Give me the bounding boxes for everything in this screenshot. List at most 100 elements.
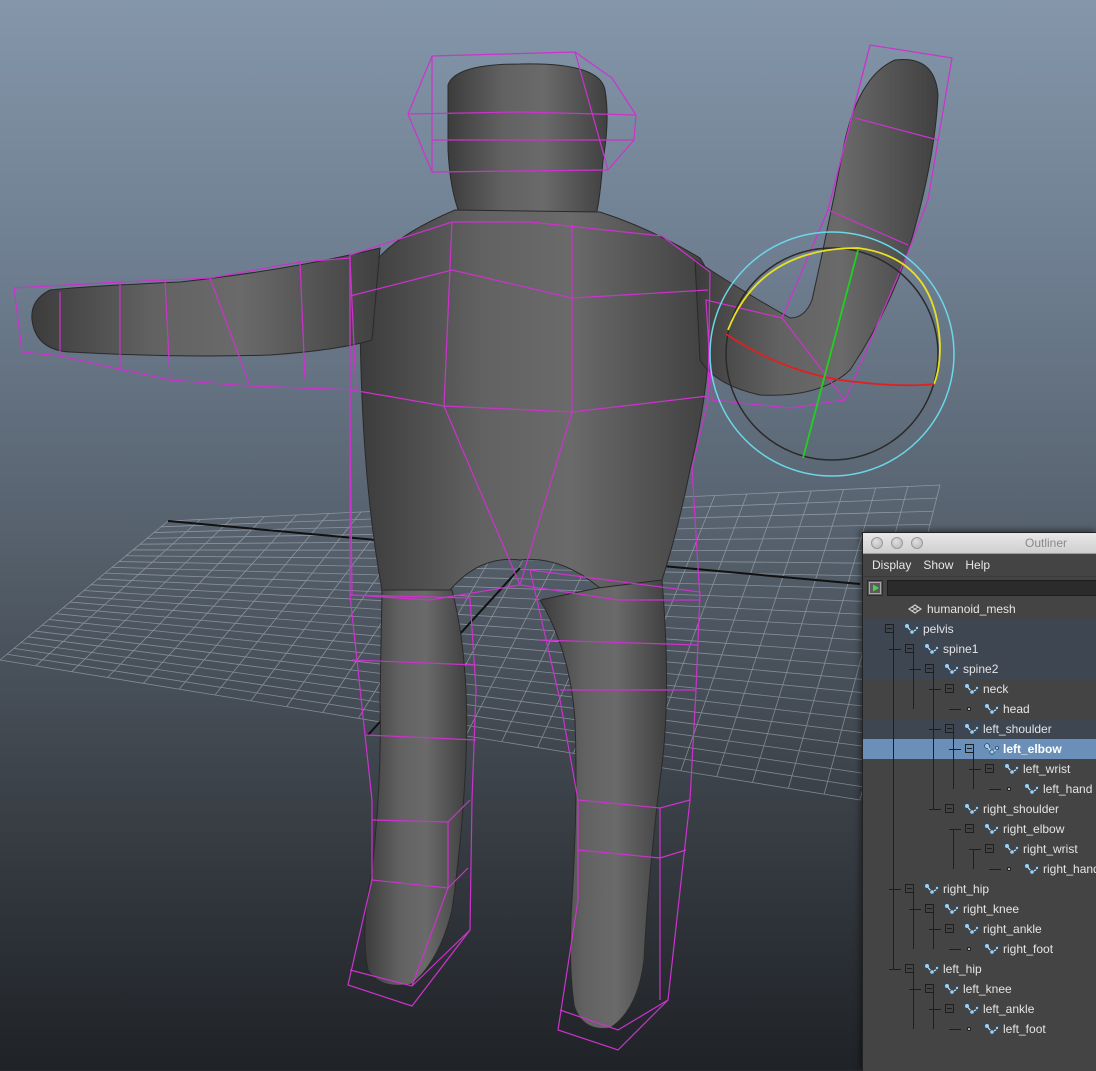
joint-icon (984, 943, 999, 955)
collapse-toggle-icon[interactable] (945, 804, 954, 813)
collapse-toggle-icon[interactable] (985, 764, 994, 773)
outliner-node-label: left_elbow (1003, 742, 1062, 756)
leaf-node-icon (967, 707, 971, 711)
joint-icon (964, 683, 979, 695)
outliner-row-right-knee[interactable]: right_knee (863, 899, 1096, 919)
outliner-titlebar[interactable]: Outliner (863, 533, 1096, 554)
outliner-node-label: right_knee (963, 902, 1020, 916)
joint-icon (964, 1003, 979, 1015)
outliner-row-left-ankle[interactable]: left_ankle (863, 999, 1096, 1019)
outliner-node-label: right_hand (1043, 862, 1096, 876)
outliner-row-left-shoulder[interactable]: left_shoulder (863, 719, 1096, 739)
outliner-node-label: neck (983, 682, 1009, 696)
joint-icon (1004, 843, 1019, 855)
outliner-window[interactable]: Outliner Display Show Help humanoid_mesh… (862, 532, 1096, 1071)
mesh-icon (907, 604, 923, 614)
collapse-toggle-icon[interactable] (945, 924, 954, 933)
joint-icon (924, 963, 939, 975)
tree-connector (949, 1029, 961, 1030)
outliner-row-left-hip[interactable]: left_hip (863, 959, 1096, 979)
tree-connector (889, 649, 901, 650)
filter-options-icon[interactable] (867, 580, 883, 596)
outliner-row-right-hip[interactable]: right_hip (863, 879, 1096, 899)
tree-guide-line (933, 909, 934, 949)
grid-line (752, 489, 844, 783)
tree-guide-line (933, 989, 934, 1029)
outliner-node-label: left_shoulder (983, 722, 1052, 736)
filter-input[interactable] (887, 580, 1096, 596)
tree-guide-line (973, 849, 974, 869)
outliner-node-label: left_wrist (1023, 762, 1071, 776)
outliner-row-pelvis[interactable]: pelvis (863, 619, 1096, 639)
minimize-window-button[interactable] (891, 537, 903, 549)
tree-connector (949, 749, 961, 750)
joint-icon (984, 823, 999, 835)
tree-connector (929, 809, 941, 810)
outliner-row-spine1[interactable]: spine1 (863, 639, 1096, 659)
outliner-node-label: spine1 (943, 642, 979, 656)
joint-icon (984, 703, 999, 715)
tree-connector (929, 689, 941, 690)
play-arrow-icon (869, 582, 881, 594)
collapse-toggle-icon[interactable] (945, 684, 954, 693)
outliner-row-left-wrist[interactable]: left_wrist (863, 759, 1096, 779)
joint-icon (1004, 763, 1019, 775)
collapse-toggle-icon[interactable] (945, 1004, 954, 1013)
joint-icon (924, 883, 939, 895)
outliner-row-right-wrist[interactable]: right_wrist (863, 839, 1096, 859)
menu-display[interactable]: Display (872, 558, 911, 572)
outliner-node-label: head (1003, 702, 1030, 716)
tree-connector (889, 969, 901, 970)
tree-connector (969, 769, 981, 770)
collapse-toggle-icon[interactable] (965, 824, 974, 833)
joint-icon (944, 903, 959, 915)
tree-connector (929, 729, 941, 730)
tree-guide-line (933, 669, 934, 809)
tree-connector (949, 709, 961, 710)
tree-connector (929, 1009, 941, 1010)
joint-icon (984, 1023, 999, 1035)
zoom-window-button[interactable] (911, 537, 923, 549)
tree-connector (989, 869, 1001, 870)
outliner-node-label: right_foot (1003, 942, 1054, 956)
outliner-node-label: pelvis (923, 622, 954, 636)
tree-guide-line (913, 649, 914, 709)
tree-connector (889, 889, 901, 890)
outliner-row-humanoid-mesh[interactable]: humanoid_mesh (863, 599, 1096, 619)
tree-guide-line (893, 629, 894, 969)
grid-line (62, 607, 891, 683)
outliner-row-right-ankle[interactable]: right_ankle (863, 919, 1096, 939)
collapse-toggle-icon[interactable] (985, 844, 994, 853)
tree-connector (909, 669, 921, 670)
outliner-row-spine2[interactable]: spine2 (863, 659, 1096, 679)
outliner-row-right-elbow[interactable]: right_elbow (863, 819, 1096, 839)
outliner-row-left-knee[interactable]: left_knee (863, 979, 1096, 999)
menu-help[interactable]: Help (965, 558, 990, 572)
tree-connector (989, 789, 1001, 790)
joint-icon (964, 803, 979, 815)
outliner-node-label: left_ankle (983, 1002, 1035, 1016)
tree-guide-line (913, 889, 914, 949)
leaf-node-icon (967, 1027, 971, 1031)
close-window-button[interactable] (871, 537, 883, 549)
joint-icon (904, 623, 919, 635)
outliner-row-head[interactable]: head (863, 699, 1096, 719)
outliner-row-left-hand[interactable]: left_hand (863, 779, 1096, 799)
tree-connector (949, 829, 961, 830)
outliner-node-label: right_ankle (983, 922, 1042, 936)
outliner-row-right-hand[interactable]: right_hand (863, 859, 1096, 879)
outliner-row-right-foot[interactable]: right_foot (863, 939, 1096, 959)
outliner-node-label: humanoid_mesh (927, 602, 1016, 616)
outliner-row-right-shoulder[interactable]: right_shoulder (863, 799, 1096, 819)
filter-bar (863, 577, 1096, 599)
outliner-tree[interactable]: humanoid_meshpelvis spine1 spine2 neck head l… (863, 599, 1096, 1039)
menu-show[interactable]: Show (923, 558, 953, 572)
outliner-row-left-elbow[interactable]: left_elbow (863, 739, 1096, 759)
outliner-row-left-foot[interactable]: left_foot (863, 1019, 1096, 1039)
tree-guide-line (913, 969, 914, 1029)
outliner-row-neck[interactable]: neck (863, 679, 1096, 699)
outliner-menubar: Display Show Help (863, 554, 1096, 577)
tree-connector (929, 929, 941, 930)
outliner-node-label: spine2 (963, 662, 999, 676)
leaf-node-icon (967, 947, 971, 951)
